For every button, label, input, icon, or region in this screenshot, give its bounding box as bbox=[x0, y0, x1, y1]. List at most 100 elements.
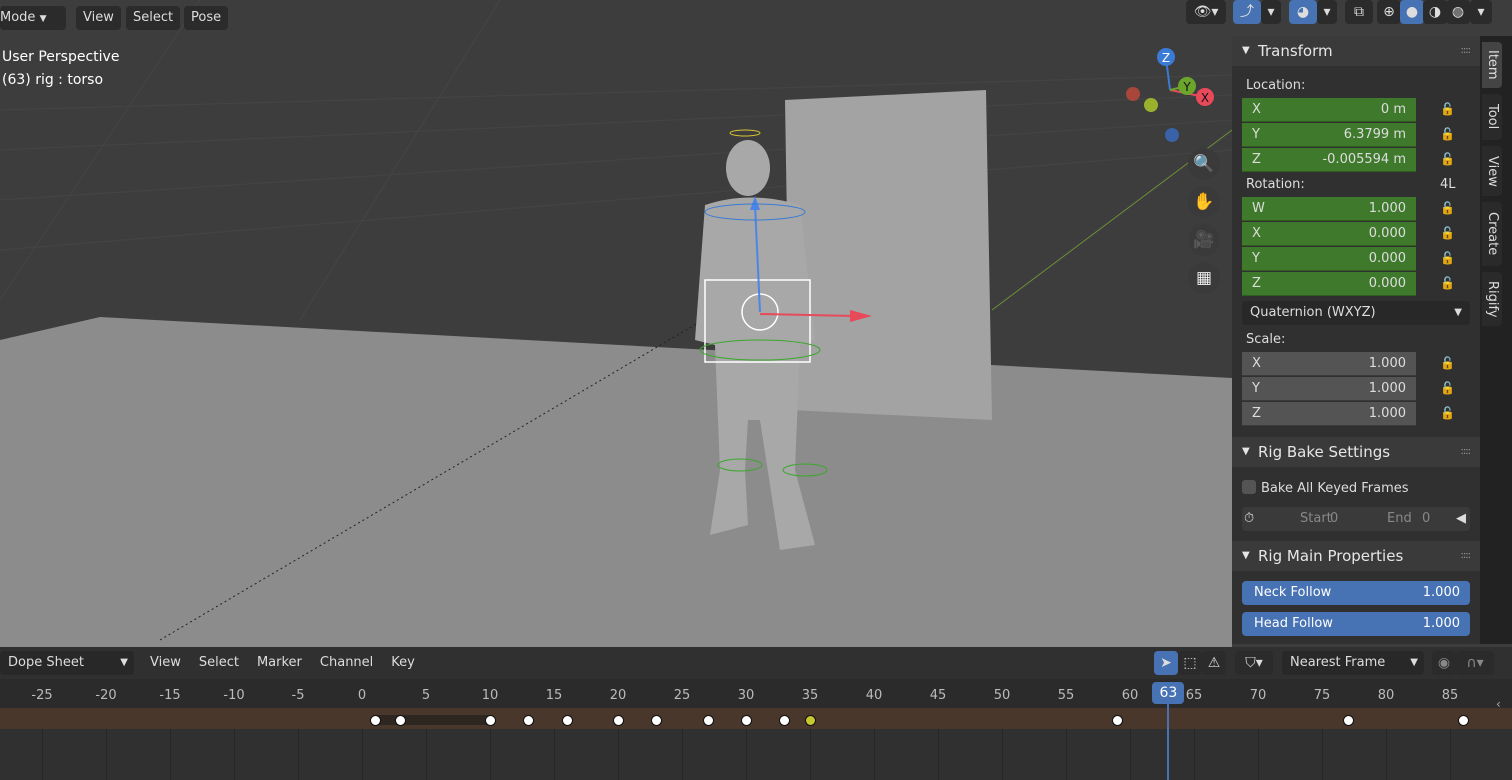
menu-select[interactable]: Select bbox=[199, 651, 239, 675]
viewport-perspective-label: User Perspective bbox=[2, 49, 120, 65]
zoom-icon[interactable]: 🔍 bbox=[1188, 148, 1220, 180]
bake-end-field[interactable]: 0 bbox=[1422, 507, 1430, 531]
rendered-shading-icon[interactable]: ◍ bbox=[1446, 0, 1470, 24]
bake-start-field[interactable]: 0 bbox=[1330, 507, 1338, 531]
tab-view[interactable]: View bbox=[1482, 146, 1502, 196]
rot-row: Y 0.000 🔓 bbox=[1232, 247, 1480, 272]
menu-view[interactable]: View bbox=[150, 651, 181, 675]
frame-tick-label: 45 bbox=[929, 688, 947, 703]
visibility-eye-icon[interactable]: 👁▾ bbox=[1186, 0, 1226, 24]
chevron-down-icon[interactable]: ▾ bbox=[1470, 0, 1492, 24]
frame-tick-label: -5 bbox=[291, 688, 305, 703]
keyframe[interactable] bbox=[1342, 715, 1354, 726]
lock-icon[interactable]: 🔓 bbox=[1440, 201, 1455, 215]
rig-main-panel-header[interactable]: ▼ Rig Main Properties:::: bbox=[1232, 541, 1480, 571]
overlay-toggle-icon[interactable]: ◕ bbox=[1289, 0, 1317, 24]
frame-tick-label: 60 bbox=[1121, 688, 1139, 703]
wireframe-shading-icon[interactable]: ⊕ bbox=[1377, 0, 1401, 24]
axis-value: 0.000 bbox=[1368, 226, 1406, 241]
axis-label: Y bbox=[1252, 127, 1260, 142]
tab-rigify[interactable]: Rigify bbox=[1482, 272, 1502, 326]
chevron-down-icon[interactable]: ▾ bbox=[1317, 0, 1337, 24]
chevron-down-icon[interactable]: ▾ bbox=[1261, 0, 1281, 24]
scl-field-x[interactable]: X 1.000 bbox=[1242, 352, 1416, 376]
menu-pose[interactable]: Pose bbox=[184, 6, 229, 30]
lock-icon[interactable]: 🔓 bbox=[1440, 127, 1455, 141]
navigation-gizmo[interactable]: Z Y X bbox=[1126, 48, 1214, 142]
current-frame-badge[interactable]: 63 bbox=[1152, 682, 1185, 704]
only-selected-icon[interactable]: ➤ bbox=[1154, 651, 1178, 675]
head-follow-slider[interactable]: Head Follow 1.000 bbox=[1242, 612, 1470, 636]
loc-field-z[interactable]: Z -0.005594 m bbox=[1242, 148, 1416, 172]
mode-dropdown[interactable]: Mode ▼ bbox=[0, 6, 66, 30]
material-shading-icon[interactable]: ◑ bbox=[1423, 0, 1447, 24]
tab-tool[interactable]: Tool bbox=[1482, 94, 1502, 140]
keyframe[interactable] bbox=[613, 715, 624, 726]
rot-field-z[interactable]: Z 0.000 bbox=[1242, 272, 1416, 296]
lock-icon[interactable]: 🔓 bbox=[1440, 381, 1455, 395]
pan-hand-icon[interactable]: ✋ bbox=[1188, 186, 1220, 218]
axis-value: 0 m bbox=[1380, 102, 1406, 117]
bake-button-icon[interactable]: ◀ bbox=[1456, 507, 1466, 531]
scl-field-y[interactable]: Y 1.000 bbox=[1242, 377, 1416, 401]
lock-icon[interactable]: 🔓 bbox=[1440, 276, 1455, 290]
menu-select[interactable]: Select bbox=[126, 6, 181, 30]
keyframe[interactable] bbox=[1457, 715, 1469, 726]
wall-plane bbox=[785, 90, 992, 420]
tab-create[interactable]: Create bbox=[1482, 202, 1502, 266]
rotation-mode-value: Quaternion (WXYZ) bbox=[1250, 305, 1376, 320]
proportional-edit-icon[interactable]: ◉ bbox=[1432, 651, 1456, 675]
keyframe[interactable] bbox=[561, 715, 573, 726]
bake-all-checkbox[interactable]: Bake All Keyed Frames bbox=[1232, 477, 1480, 501]
panel-title: Rig Main Properties bbox=[1258, 547, 1404, 565]
neck-follow-slider[interactable]: Neck Follow 1.000 bbox=[1242, 581, 1470, 605]
keyframe[interactable] bbox=[369, 715, 381, 726]
menu-key[interactable]: Key bbox=[391, 651, 415, 675]
gizmo-z: Z bbox=[1162, 51, 1170, 65]
lock-icon[interactable]: 🔓 bbox=[1440, 226, 1455, 240]
rig-bake-panel-header[interactable]: ▼ Rig Bake Settings:::: bbox=[1232, 437, 1480, 467]
lock-icon[interactable]: 🔓 bbox=[1440, 251, 1455, 265]
slider-label: Neck Follow bbox=[1254, 585, 1332, 600]
rot-field-y[interactable]: Y 0.000 bbox=[1242, 247, 1416, 271]
editor-type-dropdown[interactable]: Dope Sheet ▼ bbox=[0, 651, 134, 675]
keyframe[interactable] bbox=[741, 715, 752, 726]
scl-field-z[interactable]: Z 1.000 bbox=[1242, 402, 1416, 426]
rot-field-x[interactable]: X 0.000 bbox=[1242, 222, 1416, 246]
errors-warning-icon[interactable]: ⚠ bbox=[1202, 651, 1226, 675]
lock-icon[interactable]: 🔓 bbox=[1440, 102, 1455, 116]
solid-shading-icon[interactable]: ● bbox=[1400, 0, 1424, 24]
camera-icon[interactable]: 🎥 bbox=[1188, 224, 1220, 256]
lock-icon[interactable]: 🔓 bbox=[1440, 356, 1455, 370]
dope-sheet-editor[interactable]: Dope Sheet ▼ View Select Marker Channel K… bbox=[0, 647, 1512, 780]
rot-row: X 0.000 🔓 bbox=[1232, 222, 1480, 247]
summary-channel-row bbox=[0, 708, 1512, 729]
falloff-curve-icon[interactable]: ∩▾ bbox=[1456, 651, 1494, 675]
snap-mode-value: Nearest Frame bbox=[1290, 655, 1386, 670]
menu-marker[interactable]: Marker bbox=[257, 651, 302, 675]
keyframe[interactable] bbox=[702, 715, 714, 726]
loc-field-x[interactable]: X 0 m bbox=[1242, 98, 1416, 122]
xray-toggle-icon[interactable]: ⧉ bbox=[1345, 0, 1373, 24]
playhead[interactable]: 63 bbox=[1152, 682, 1185, 780]
lock-icon[interactable]: 🔓 bbox=[1440, 406, 1455, 420]
collapse-sidebar-icon[interactable]: ‹ bbox=[1496, 697, 1501, 711]
gizmo-toggle-icon[interactable]: ⤴ bbox=[1233, 0, 1261, 24]
snap-mode-dropdown[interactable]: Nearest Frame ▼ bbox=[1282, 651, 1424, 675]
rotation-4l-lock[interactable]: 4L bbox=[1440, 173, 1456, 197]
keyframe[interactable] bbox=[805, 715, 816, 726]
tab-item[interactable]: Item bbox=[1482, 42, 1502, 88]
transform-panel-header[interactable]: ▼ Transform:::: bbox=[1232, 36, 1480, 66]
menu-view[interactable]: View bbox=[76, 6, 121, 30]
rot-field-w[interactable]: W 1.000 bbox=[1242, 197, 1416, 221]
3d-viewport[interactable]: Z Y X bbox=[0, 0, 1232, 647]
lock-icon[interactable]: 🔓 bbox=[1440, 152, 1455, 166]
keyframe[interactable] bbox=[485, 715, 496, 726]
grid-perspective-icon[interactable]: ▦ bbox=[1188, 262, 1220, 294]
hidden-toggle-icon[interactable]: ⬚ bbox=[1178, 651, 1202, 675]
chevron-down-icon: ▼ bbox=[39, 14, 47, 24]
loc-field-y[interactable]: Y 6.3799 m bbox=[1242, 123, 1416, 147]
menu-channel[interactable]: Channel bbox=[320, 651, 373, 675]
rotation-mode-dropdown[interactable]: Quaternion (WXYZ) ▼ bbox=[1242, 301, 1470, 325]
filter-icon[interactable]: ⛉▾ bbox=[1235, 651, 1273, 675]
